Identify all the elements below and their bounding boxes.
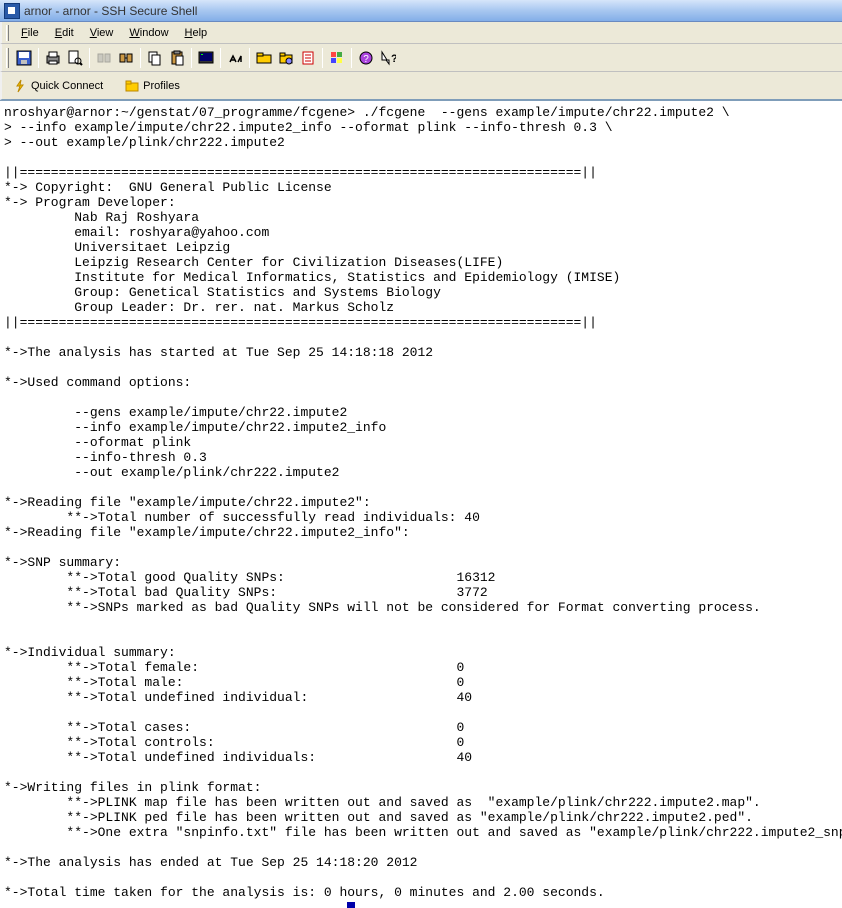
save-icon <box>16 50 32 66</box>
context-help-button[interactable]: ? <box>377 47 399 69</box>
print-icon <box>45 50 61 66</box>
terminal-pane[interactable]: nroshyar@arnor:~/genstat/07_programme/fc… <box>0 100 842 908</box>
help-button[interactable]: ? <box>355 47 377 69</box>
print-button[interactable] <box>42 47 64 69</box>
quick-connect-button[interactable]: Quick Connect <box>6 75 110 97</box>
menu-window[interactable]: Window <box>121 25 176 41</box>
connection-bar: Quick Connect Profiles <box>0 72 842 100</box>
settings-icon <box>278 50 294 66</box>
profiles-label: Profiles <box>143 80 180 92</box>
colors-button[interactable] <box>326 47 348 69</box>
lightning-icon <box>13 79 27 93</box>
save-button[interactable] <box>13 47 35 69</box>
terminal-output: nroshyar@arnor:~/genstat/07_programme/fc… <box>4 105 842 900</box>
window-title: arnor - arnor - SSH Secure Shell <box>24 4 197 18</box>
menu-view[interactable]: View <box>82 25 122 41</box>
log-icon <box>300 50 316 66</box>
context-help-icon: ? <box>380 50 396 66</box>
menu-file[interactable]: File <box>13 25 47 41</box>
find-button[interactable] <box>224 47 246 69</box>
log-button[interactable] <box>297 47 319 69</box>
window-titlebar: arnor - arnor - SSH Secure Shell <box>0 0 842 22</box>
print-preview-icon <box>67 50 83 66</box>
app-icon <box>4 3 20 19</box>
profiles-button[interactable]: Profiles <box>118 75 187 97</box>
new-file-transfer-button[interactable] <box>253 47 275 69</box>
svg-text:?: ? <box>363 54 369 65</box>
copy-button[interactable] <box>144 47 166 69</box>
connect-icon <box>118 50 134 66</box>
toolbar: ? ? <box>0 44 842 72</box>
disconnect-button <box>93 47 115 69</box>
menu-edit[interactable]: Edit <box>47 25 82 41</box>
menu-help[interactable]: Help <box>177 25 216 41</box>
disconnect-icon <box>96 50 112 66</box>
terminal-icon <box>198 50 214 66</box>
find-icon <box>227 50 243 66</box>
toolbar-grip[interactable] <box>6 48 9 68</box>
settings-button[interactable] <box>275 47 297 69</box>
svg-text:?: ? <box>391 53 396 65</box>
connect-button[interactable] <box>115 47 137 69</box>
menu-bar: File Edit View Window Help <box>0 22 842 44</box>
help-icon: ? <box>358 50 374 66</box>
terminal-cursor <box>347 902 355 908</box>
menubar-grip[interactable] <box>6 25 9 41</box>
file-transfer-icon <box>256 50 272 66</box>
colors-icon <box>329 50 345 66</box>
print-preview-button[interactable] <box>64 47 86 69</box>
paste-button[interactable] <box>166 47 188 69</box>
quick-connect-label: Quick Connect <box>31 80 103 92</box>
paste-icon <box>169 50 185 66</box>
folder-icon <box>125 79 139 93</box>
new-terminal-button[interactable] <box>195 47 217 69</box>
copy-icon <box>147 50 163 66</box>
